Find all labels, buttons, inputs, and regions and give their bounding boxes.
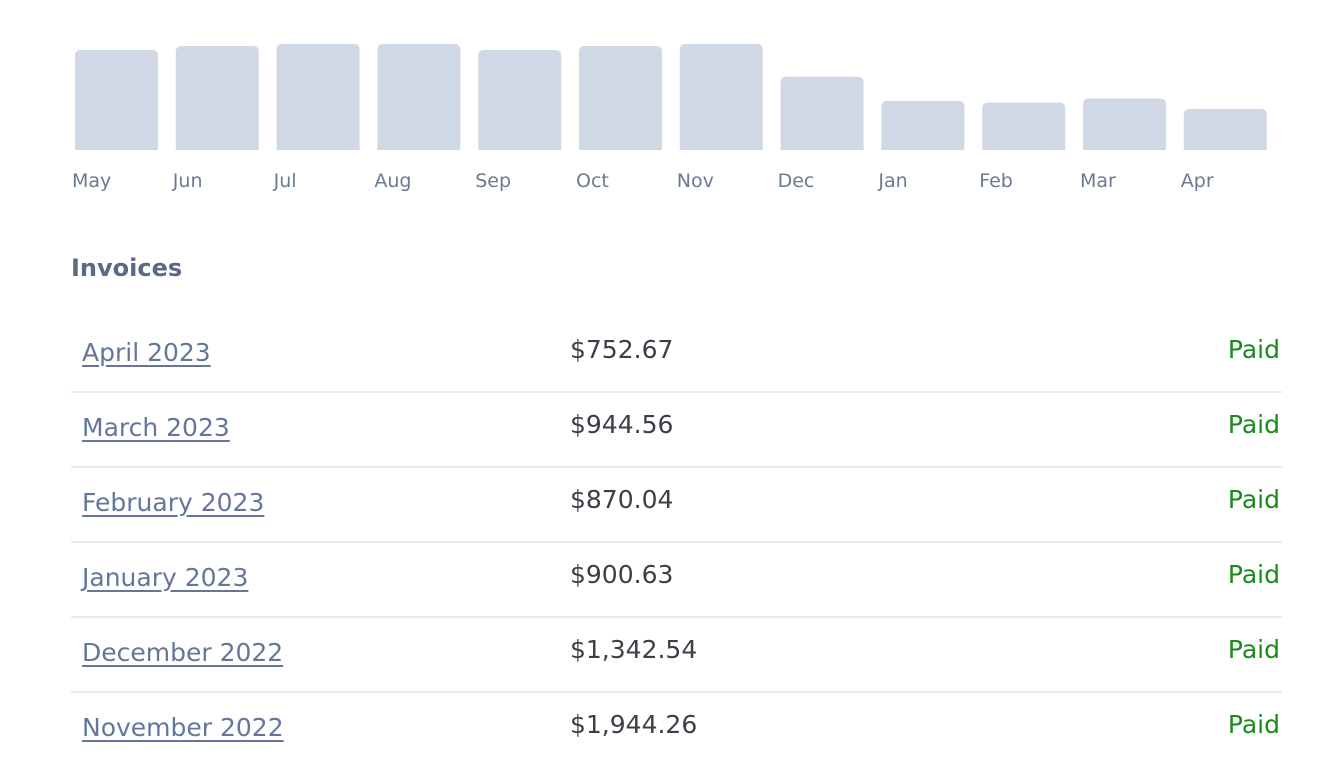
- x-tick-label: Aug: [374, 170, 411, 192]
- invoice-status: Paid: [1227, 560, 1280, 589]
- invoice-amount: $900.63: [570, 560, 674, 589]
- invoice-link[interactable]: March 2023: [82, 413, 230, 442]
- x-tick-label: Feb: [979, 170, 1013, 192]
- x-tick-label: Jan: [877, 170, 907, 192]
- invoice-status: Paid: [1227, 335, 1280, 364]
- invoice-amount: $944.56: [570, 410, 674, 439]
- bar-jan: [881, 100, 965, 150]
- monthly-spend-chart: May Jun Jul Aug Sep Oct Nov Dec Jan Feb Mar Apr: [71, 30, 1271, 200]
- bar-aug: [377, 44, 461, 150]
- bar-chart-svg: May Jun Jul Aug Sep Oct Nov Dec Jan Feb Mar Apr: [72, 44, 1267, 192]
- x-tick-label: Mar: [1080, 170, 1116, 192]
- invoice-row: February 2023 $870.04 Paid: [71, 468, 1282, 543]
- invoice-amount: $870.04: [570, 485, 674, 514]
- invoice-link[interactable]: January 2023: [82, 563, 248, 592]
- bar-oct: [579, 45, 662, 150]
- invoice-list: April 2023 $752.67 Paid March 2023 $944.…: [71, 318, 1282, 766]
- invoice-link[interactable]: November 2022: [82, 713, 284, 742]
- bar-nov: [679, 44, 763, 150]
- invoice-link[interactable]: April 2023: [82, 338, 211, 367]
- invoice-row: March 2023 $944.56 Paid: [71, 393, 1282, 468]
- bar-jun: [175, 45, 259, 150]
- invoice-link[interactable]: February 2023: [82, 488, 264, 517]
- invoices-heading: Invoices: [71, 254, 183, 282]
- invoice-amount: $1,342.54: [570, 635, 698, 664]
- invoice-link[interactable]: December 2022: [82, 638, 283, 667]
- bar-apr: [1183, 108, 1267, 150]
- bar-mar: [1083, 98, 1166, 150]
- x-tick-label: May: [72, 170, 111, 192]
- invoice-status: Paid: [1227, 485, 1280, 514]
- invoice-row: April 2023 $752.67 Paid: [71, 318, 1282, 393]
- x-tick-label: Jun: [172, 170, 203, 192]
- bar-sep: [478, 50, 562, 150]
- invoice-status: Paid: [1227, 410, 1280, 439]
- invoice-row: December 2022 $1,342.54 Paid: [71, 618, 1282, 693]
- x-tick-label: Apr: [1181, 170, 1214, 192]
- bar-dec: [780, 76, 864, 150]
- invoice-row: November 2022 $1,944.26 Paid: [71, 693, 1282, 766]
- bar-may: [75, 50, 158, 150]
- x-tick-label: Oct: [576, 170, 609, 192]
- bar-jul: [276, 44, 360, 150]
- x-tick-label: Nov: [677, 170, 714, 192]
- invoice-amount: $1,944.26: [570, 710, 698, 739]
- invoice-status: Paid: [1227, 635, 1280, 664]
- invoice-amount: $752.67: [570, 335, 674, 364]
- invoice-row: January 2023 $900.63 Paid: [71, 543, 1282, 618]
- x-tick-label: Sep: [475, 170, 511, 192]
- bar-feb: [982, 102, 1066, 150]
- x-tick-label: Jul: [273, 170, 297, 192]
- invoice-status: Paid: [1227, 710, 1280, 739]
- x-tick-label: Dec: [778, 170, 815, 192]
